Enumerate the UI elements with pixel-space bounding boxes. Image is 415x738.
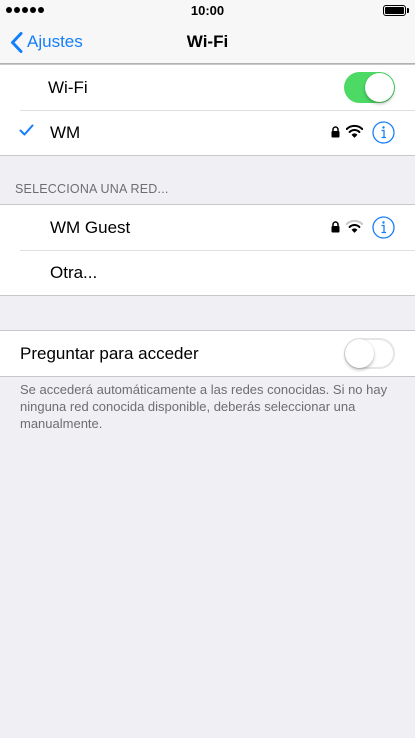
available-networks-group: WM Guest Otra...: [0, 204, 415, 296]
wifi-toggle-row: Wi-Fi: [0, 65, 415, 110]
battery-icon: [383, 5, 409, 16]
connected-network-row[interactable]: WM: [0, 110, 415, 155]
connected-network-name: WM: [50, 122, 81, 142]
other-network-label: Otra...: [50, 262, 98, 282]
network-row-wm-guest[interactable]: WM Guest: [0, 205, 415, 250]
status-bar: 10:00: [0, 0, 415, 20]
wifi-settings-screen: 10:00 Ajustes Wi-Fi Wi-Fi WM SELECCIONA …: [0, 0, 415, 738]
status-time: 10:00: [190, 3, 225, 18]
ask-to-join-label: Preguntar para acceder: [20, 343, 199, 363]
lock-icon: [331, 126, 340, 138]
ask-to-join-footer: Se accederá automáticamente a las redes …: [20, 382, 388, 431]
ask-to-join-toggle[interactable]: [344, 338, 395, 369]
page-title: Wi-Fi: [186, 32, 229, 51]
ask-to-join-row: Preguntar para acceder: [0, 331, 415, 376]
wifi-icon: [346, 124, 363, 138]
wifi-group: Wi-Fi WM: [0, 64, 415, 156]
network-row-other[interactable]: Otra...: [0, 250, 415, 295]
wifi-icon: [346, 219, 363, 233]
wifi-label: Wi-Fi: [48, 77, 88, 97]
info-icon[interactable]: [372, 216, 395, 239]
ask-to-join-group: Preguntar para acceder: [0, 330, 415, 377]
navigation-bar: Ajustes Wi-Fi: [0, 20, 415, 64]
lock-icon: [331, 221, 340, 233]
info-icon[interactable]: [372, 121, 395, 144]
network-name: WM Guest: [50, 217, 131, 237]
checkmark-icon: [19, 124, 34, 136]
networks-section-header: SELECCIONA UNA RED...: [15, 182, 169, 196]
wifi-toggle[interactable]: [344, 72, 395, 103]
